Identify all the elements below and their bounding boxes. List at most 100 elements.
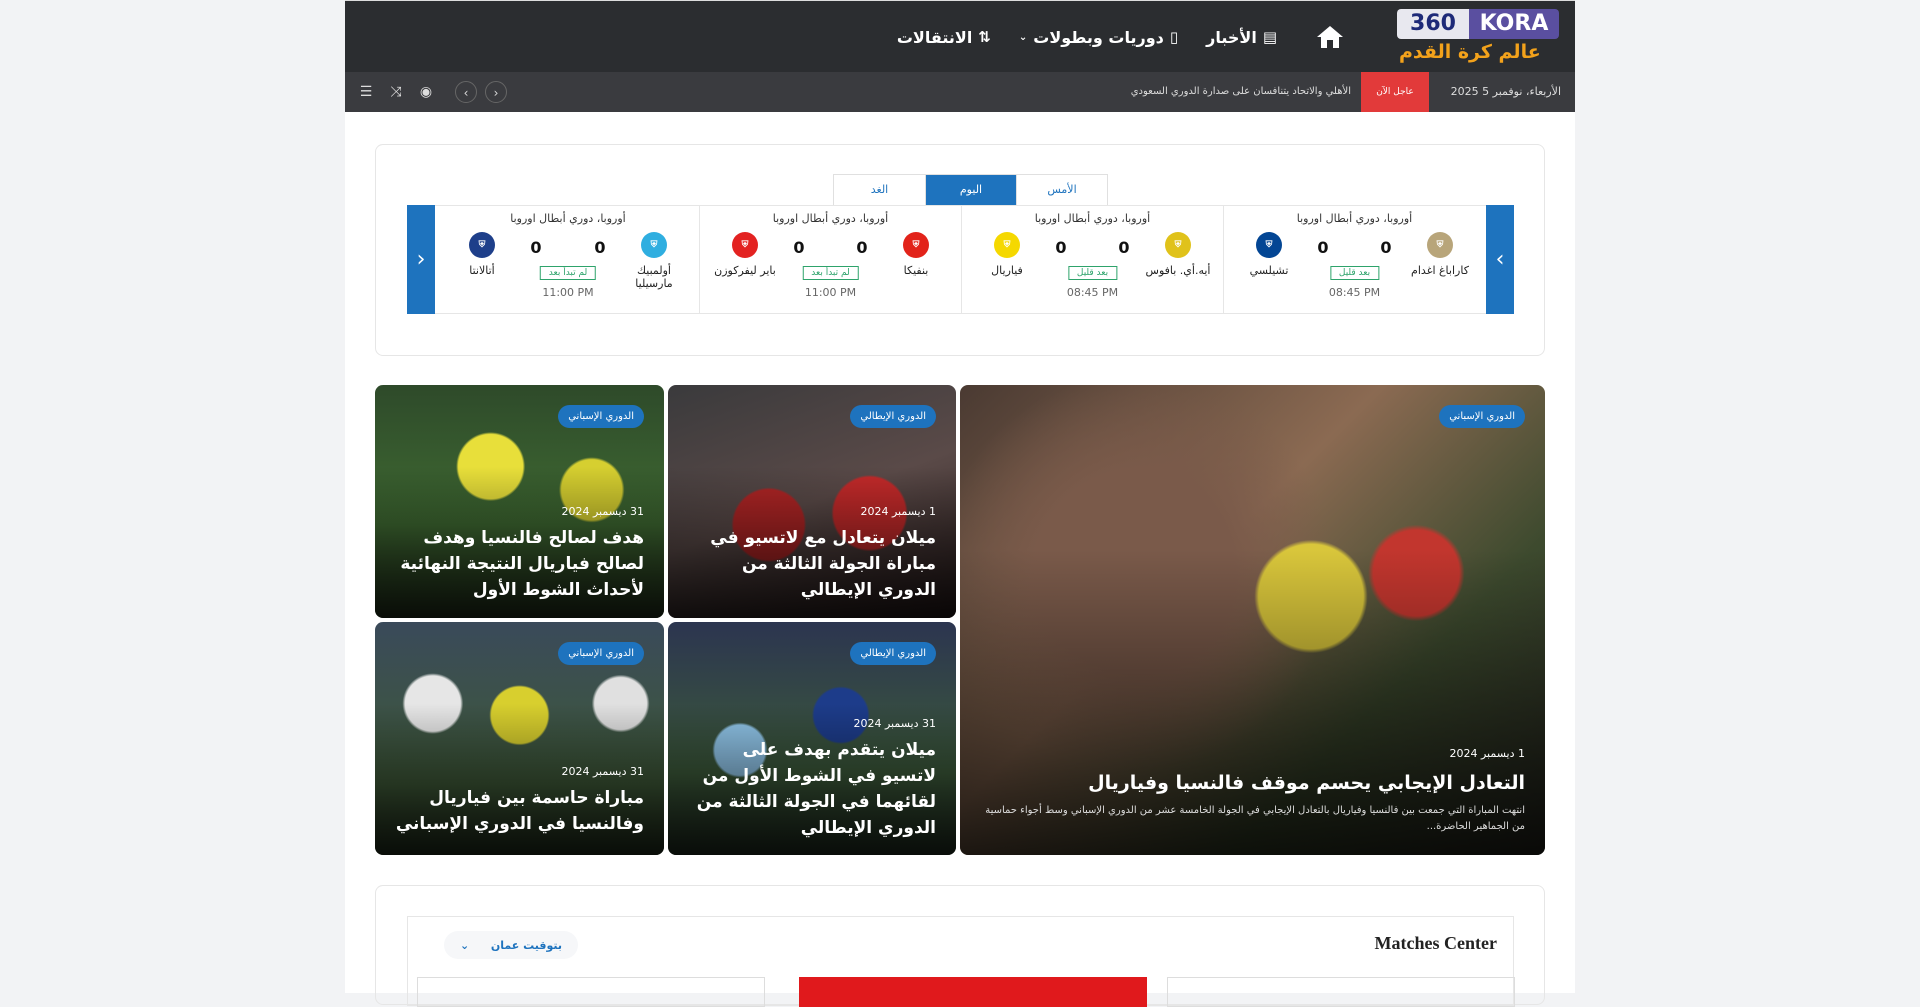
slider-prev-button[interactable]: ‹ [407, 205, 435, 314]
current-date: الأربعاء، نوفمبر 5 2025 [1450, 85, 1561, 98]
match-card[interactable]: أوروبا، دوري أبطال اوروبا ⛨ كاراباغ اغدا… [1223, 206, 1485, 313]
category-badge[interactable]: الدوري الإيطالي [850, 405, 936, 428]
away-score: 0 [1317, 238, 1329, 257]
match-card[interactable]: أوروبا، دوري أبطال اوروبا ⛨ أولمبيك مارس… [437, 206, 699, 313]
tab-tomorrow[interactable]: الغد [834, 175, 925, 205]
ticker-prev-button[interactable]: ‹ [485, 81, 507, 103]
page: 360 KORA عالم كرة القدم ▤ الأخبار ▯ دوري… [345, 0, 1575, 1007]
home-crest-icon: ⛨ [1427, 232, 1453, 258]
match-time: 11:00 PM [542, 286, 594, 299]
timezone-label: بتوقيت عمان [490, 938, 562, 952]
transfer-icon: ⇅ [978, 28, 991, 46]
match-status: بعد قليل [1067, 266, 1118, 280]
away-team-name: تشيلسي [1249, 264, 1289, 277]
away-crest-icon: ⛨ [994, 232, 1020, 258]
away-team: ⛨ باير ليفركوزن [710, 232, 780, 277]
match-list: أوروبا، دوري أبطال اوروبا ⛨ كاراباغ اغدا… [436, 206, 1485, 313]
news-card[interactable]: الدوري الإيطالي 31 ديسمبر 2024 ميلان يتق… [668, 622, 956, 855]
nav-label: الانتقالات [896, 27, 973, 47]
match-status: لم تبدأ بعد [539, 266, 597, 280]
news-title[interactable]: مباراة حاسمة بين فياريال وفالنسيا في الد… [395, 785, 644, 837]
news-title[interactable]: ميلان يتعادل مع لاتسيو في مباراة الجولة … [688, 525, 936, 603]
match-league: أوروبا، دوري أبطال اوروبا [510, 212, 626, 225]
match-card[interactable]: أوروبا، دوري أبطال اوروبا ⛨ بنفيكا 0 0 ⛨… [699, 206, 961, 313]
away-team: ⛨ أتالانتا [447, 232, 517, 277]
home-team: ⛨ أيه.أي. بافوس [1143, 232, 1213, 277]
away-score: 0 [1055, 238, 1067, 257]
menu-icon[interactable]: ☰ [355, 81, 377, 103]
slider-next-button[interactable]: › [1486, 205, 1514, 314]
category-badge[interactable]: الدوري الإسباني [1439, 405, 1525, 428]
home-score: 0 [594, 238, 606, 257]
chevron-down-icon: ⌄ [1018, 31, 1028, 43]
away-score: 0 [793, 238, 805, 257]
match-status: بعد قليل [1329, 266, 1380, 280]
main-header: 360 KORA عالم كرة القدم ▤ الأخبار ▯ دوري… [345, 0, 1575, 72]
site-logo[interactable]: 360 KORA عالم كرة القدم [1395, 9, 1559, 67]
top-bar: الأربعاء، نوفمبر 5 2025 عاجل الآن الأهلي… [345, 72, 1575, 112]
home-team: ⛨ أولمبيك مارسيليا [619, 232, 689, 290]
home-crest-icon: ⛨ [1165, 232, 1191, 258]
home-team-name: بنفيكا [903, 264, 929, 277]
category-badge[interactable]: الدوري الإسباني [558, 405, 644, 428]
chevron-down-icon: ⌄ [460, 938, 470, 952]
home-team: ⛨ كاراباغ اغدام [1405, 232, 1475, 277]
main-nav: ▤ الأخبار ▯ دوريات وبطولات ⌄ ⇅ الانتقالا… [897, 1, 1345, 73]
home-team-name: كاراباغ اغدام [1411, 264, 1469, 277]
news-date: 1 ديسمبر 2024 [1449, 747, 1525, 760]
newspaper-icon: ▤ [1262, 28, 1277, 46]
home-score: 0 [856, 238, 868, 257]
mc-tab-tomorrow[interactable] [417, 977, 765, 1007]
away-team: ⛨ تشيلسي [1234, 232, 1304, 277]
breaking-news-ticker[interactable]: الأهلي والاتحاد يتنافسان على صدارة الدور… [1131, 72, 1351, 112]
logo-number: 360 [1397, 9, 1469, 39]
news-excerpt: انتهت المباراة التي جمعت بين فالنسيا وفي… [985, 805, 1525, 832]
match-league: أوروبا، دوري أبطال اوروبا [1296, 212, 1413, 225]
nav-item-news[interactable]: ▤ الأخبار [1206, 28, 1277, 47]
news-title[interactable]: التعادل الإيجابي يحسم موقف فالنسيا وفيار… [980, 770, 1525, 796]
home-team: ⛨ بنفيكا [881, 232, 951, 277]
news-date: 31 ديسمبر 2024 [561, 765, 644, 778]
home-crest-icon: ⛨ [641, 232, 667, 258]
away-score: 0 [530, 238, 542, 257]
away-crest-icon: ⛨ [469, 232, 495, 258]
home-score: 0 [1380, 238, 1392, 257]
news-card[interactable]: الدوري الإسباني 31 ديسمبر 2024 مباراة حا… [375, 622, 664, 855]
tab-today[interactable]: اليوم [925, 175, 1016, 205]
matches-widget: الأمس اليوم الغد › ‹ أوروبا، دوري أبطال … [375, 144, 1545, 356]
away-team-name: أتالانتا [469, 264, 495, 277]
ticker-next-button[interactable]: › [455, 81, 477, 103]
match-league: أوروبا، دوري أبطال اوروبا [772, 212, 889, 225]
match-time: 11:00 PM [804, 286, 857, 299]
match-time: 08:45 PM [1066, 286, 1119, 299]
tab-yesterday[interactable]: الأمس [1016, 175, 1107, 205]
match-card[interactable]: أوروبا، دوري أبطال اوروبا ⛨ أيه.أي. بافو… [961, 206, 1223, 313]
featured-news-card[interactable]: الدوري الإسباني 1 ديسمبر 2024 التعادل ال… [960, 385, 1545, 855]
news-title[interactable]: هدف لصالح فالنسيا وهدف لصالح فياريال الن… [395, 525, 644, 603]
category-badge[interactable]: الدوري الإسباني [558, 642, 644, 665]
logo-tagline: عالم كرة القدم [1399, 41, 1541, 63]
news-title[interactable]: ميلان يتقدم بهدف على لاتسيو في الشوط الأ… [688, 737, 936, 841]
nav-item-transfers[interactable]: ⇅ الانتقالات [897, 28, 991, 47]
user-icon[interactable]: ◉ [415, 81, 437, 103]
timezone-select[interactable]: بتوقيت عمان ⌄ [444, 931, 578, 959]
home-team-name: أيه.أي. بافوس [1145, 264, 1211, 277]
news-date: 31 ديسمبر 2024 [853, 717, 936, 730]
away-crest-icon: ⛨ [1256, 232, 1282, 258]
match-status: لم تبدأ بعد [802, 266, 859, 280]
shuffle-icon[interactable]: ⤨ [385, 81, 407, 103]
away-team: ⛨ فياريال [972, 232, 1042, 277]
book-icon: ▯ [1169, 28, 1179, 46]
matches-center-title: Matches Center [1374, 933, 1497, 953]
category-badge[interactable]: الدوري الإيطالي [850, 642, 936, 665]
nav-label: دوريات وبطولات [1033, 27, 1164, 47]
home-crest-icon: ⛨ [903, 232, 929, 258]
match-time: 08:45 PM [1328, 286, 1381, 299]
nav-item-leagues[interactable]: ▯ دوريات وبطولات ⌄ [1019, 28, 1178, 47]
match-league: أوروبا، دوري أبطال اوروبا [1034, 212, 1151, 225]
mc-tab-yesterday[interactable] [1167, 977, 1515, 1007]
news-card[interactable]: الدوري الإيطالي 1 ديسمبر 2024 ميلان يتعا… [668, 385, 956, 618]
mc-tab-today[interactable] [799, 977, 1147, 1007]
news-card[interactable]: الدوري الإسباني 31 ديسمبر 2024 هدف لصالح… [375, 385, 664, 618]
home-icon[interactable] [1315, 24, 1345, 50]
